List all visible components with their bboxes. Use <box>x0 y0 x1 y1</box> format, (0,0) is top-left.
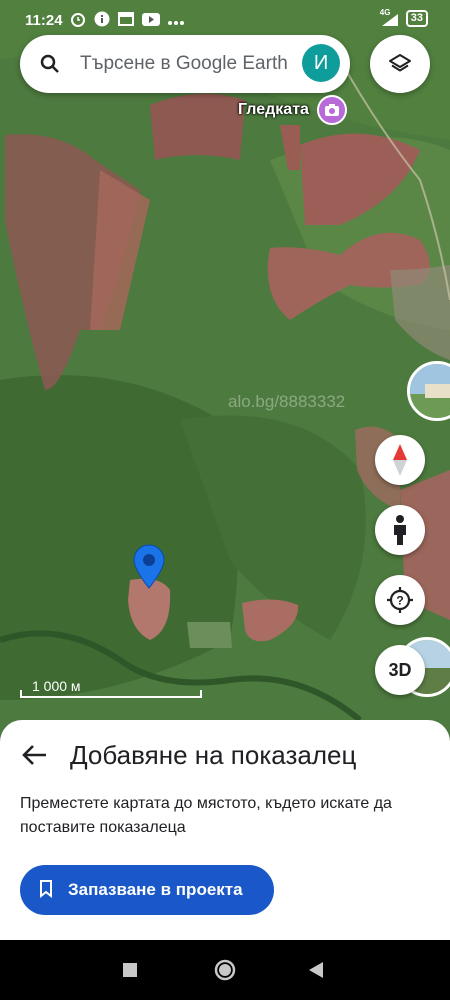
battery-indicator: 33 <box>405 10 428 27</box>
system-nav-bar <box>0 940 450 1000</box>
info-icon <box>94 11 110 31</box>
pegman-button[interactable] <box>375 505 425 555</box>
my-location-button[interactable]: ? <box>375 575 425 625</box>
search-icon <box>40 54 60 79</box>
satellite-imagery <box>0 0 450 745</box>
compass-icon <box>393 444 407 476</box>
avatar[interactable]: И <box>302 44 340 82</box>
map-view[interactable]: alo.bg/8883332 <box>0 0 450 745</box>
save-to-project-button[interactable]: Запазване в проекта <box>20 865 274 915</box>
youtube-icon <box>142 12 160 30</box>
watermark: alo.bg/8883332 <box>228 392 346 411</box>
bookmark-icon <box>39 880 53 903</box>
save-button-label: Запазване в проекта <box>68 880 243 899</box>
recent-apps-button[interactable] <box>123 963 137 982</box>
triangle-back-icon <box>309 962 323 978</box>
camera-icon <box>325 104 339 116</box>
map-pin-icon[interactable] <box>132 543 166 589</box>
photo-thumbnail <box>410 364 450 418</box>
more-dots-icon <box>168 13 184 30</box>
home-button[interactable] <box>214 959 236 986</box>
compass-button[interactable] <box>375 435 425 485</box>
status-bar: 11:24 4G 33 <box>0 0 450 40</box>
scale-bar: 1 000 м <box>20 678 202 698</box>
back-button[interactable] <box>309 962 323 983</box>
layers-button[interactable] <box>370 35 430 93</box>
my-location-icon: ? <box>387 587 413 613</box>
sheet-title: Добавяне на показалец <box>70 740 357 770</box>
place-marker[interactable] <box>317 95 347 125</box>
layers-icon <box>389 54 411 72</box>
sheet-description: Преместете картата до мястото, където ис… <box>20 795 392 836</box>
home-circle-icon <box>214 959 236 981</box>
svg-text:?: ? <box>396 594 403 608</box>
search-input[interactable]: Търсене в Google Earth <box>80 53 292 75</box>
back-arrow-icon[interactable] <box>22 744 48 771</box>
place-label[interactable]: Гледката <box>238 101 309 119</box>
status-time: 11:24 <box>25 12 63 29</box>
scale-line <box>20 690 202 698</box>
window-icon <box>118 12 134 30</box>
search-bar[interactable]: Търсене в Google Earth И <box>20 35 350 93</box>
3d-toggle-button[interactable]: 3D <box>375 645 425 695</box>
square-icon <box>123 963 137 977</box>
bottom-sheet: Добавяне на показалец Преместете картата… <box>0 720 450 940</box>
pegman-icon <box>394 515 406 545</box>
alarm-icon <box>70 11 86 31</box>
signal-icon: 4G <box>380 8 400 27</box>
